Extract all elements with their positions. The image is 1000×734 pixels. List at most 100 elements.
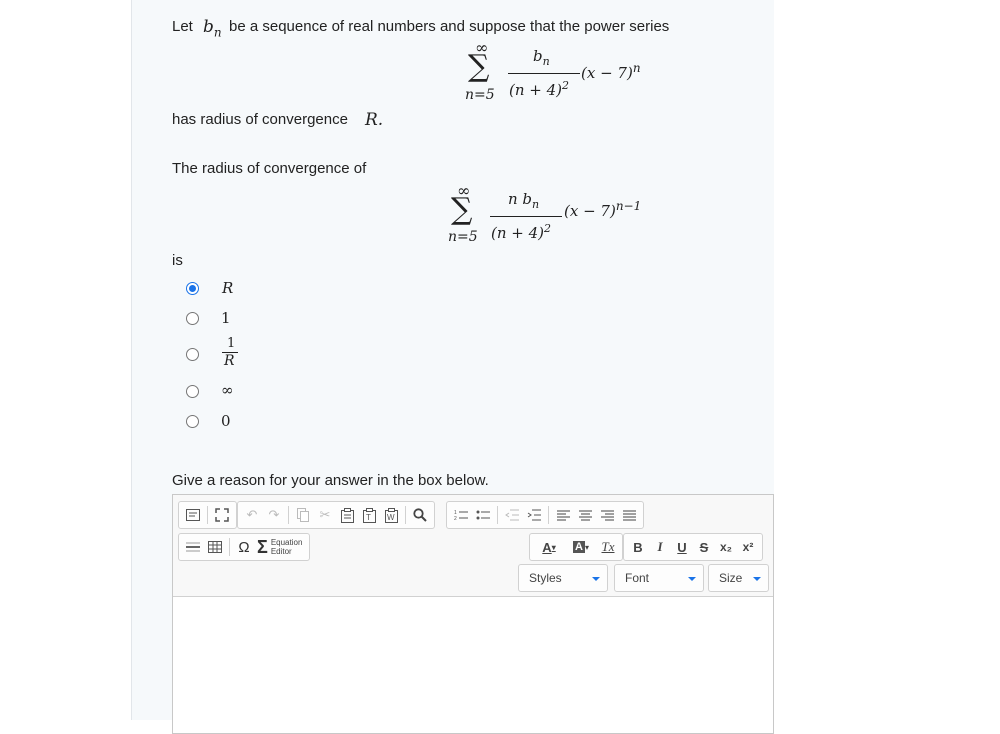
fraction-bar-1 <box>508 73 580 74</box>
paste-icon <box>340 507 354 523</box>
justify-icon <box>622 510 636 520</box>
search-icon <box>413 508 427 522</box>
separator <box>288 506 289 524</box>
editor-toolbar: ↶ ↷ ✂ T W 12 Ω Σ Equation Editor A ▾ A ▾… <box>173 495 773 597</box>
strikethrough-button[interactable]: S <box>694 537 714 557</box>
chevron-down-icon <box>688 577 696 581</box>
option-numerator-2: 1 <box>227 336 236 351</box>
redo-button[interactable]: ↷ <box>264 505 284 525</box>
sigma-2: ∑ <box>451 192 473 227</box>
rich-text-editor: ↶ ↷ ✂ T W 12 Ω Σ Equation Editor A ▾ A ▾… <box>172 494 774 734</box>
maximize-icon <box>215 508 229 522</box>
bold-button[interactable]: B <box>628 537 648 557</box>
sigma-icon: Σ <box>257 536 268 557</box>
align-left-button[interactable] <box>553 505 573 525</box>
separator <box>497 506 498 524</box>
size-dropdown[interactable]: Size <box>708 564 769 592</box>
justify-button[interactable] <box>619 505 639 525</box>
separator <box>548 506 549 524</box>
option-label-1: 1 <box>221 309 231 327</box>
align-right-button[interactable] <box>597 505 617 525</box>
option-radio-1[interactable] <box>186 312 199 325</box>
paste-text-icon: T <box>362 507 376 523</box>
svg-text:2: 2 <box>454 516 457 521</box>
special-char-button[interactable]: Ω <box>234 537 254 557</box>
option-radio-4[interactable] <box>186 415 199 428</box>
intro-var: bn <box>203 17 222 40</box>
find-button[interactable] <box>410 505 430 525</box>
table-icon <box>208 541 222 553</box>
sum-lower-2: n=5 <box>448 229 478 245</box>
toolbar-group-basicstyles: B I U S x₂ x² <box>623 533 763 561</box>
toolbar-group-colors: A ▾ A ▾ Tx <box>529 533 623 561</box>
align-center-icon <box>578 510 592 520</box>
maximize-button[interactable] <box>212 505 232 525</box>
undo-button[interactable]: ↶ <box>242 505 262 525</box>
equation-editor-button[interactable]: Σ Equation Editor <box>257 537 306 558</box>
cut-button[interactable]: ✂ <box>315 505 335 525</box>
reason-prompt: Give a reason for your answer in the box… <box>172 472 489 489</box>
option-radio-0[interactable] <box>186 282 199 295</box>
intro-before: Let <box>172 18 193 35</box>
table-button[interactable] <box>205 537 225 557</box>
toolbar-group-clipboard: ↶ ↷ ✂ T W <box>237 501 435 529</box>
subscript-button[interactable]: x₂ <box>716 537 736 557</box>
outdent-button[interactable] <box>502 505 522 525</box>
option-radio-2[interactable] <box>186 348 199 361</box>
sigma-1: ∑ <box>468 49 490 84</box>
toolbar-group-document <box>178 501 237 529</box>
numbered-list-icon: 12 <box>454 510 468 521</box>
bulleted-list-button[interactable] <box>473 505 493 525</box>
denominator-2: (n + 4)2 <box>491 222 552 242</box>
paste-text-button[interactable]: T <box>359 505 379 525</box>
is-label: is <box>172 252 183 269</box>
paste-word-button[interactable]: W <box>381 505 401 525</box>
indent-button[interactable] <box>524 505 544 525</box>
copy-button[interactable] <box>293 505 313 525</box>
styles-dropdown[interactable]: Styles <box>518 564 608 592</box>
superscript-button[interactable]: x² <box>738 537 758 557</box>
toolbar-group-insert: Ω Σ Equation Editor <box>178 533 311 561</box>
italic-button[interactable]: I <box>650 537 670 557</box>
fraction-bar-2 <box>490 216 562 217</box>
outdent-icon <box>505 509 519 521</box>
text-color-button[interactable]: A ▾ <box>534 537 564 557</box>
svg-text:T: T <box>366 513 371 522</box>
font-dropdown[interactable]: Font <box>614 564 704 592</box>
editor-content-area[interactable] <box>173 597 773 733</box>
horizontal-line-button[interactable] <box>183 537 203 557</box>
paste-button[interactable] <box>337 505 357 525</box>
align-right-icon <box>600 510 614 520</box>
numerator-1: bn <box>533 47 550 68</box>
intro-after: be a sequence of real numbers and suppos… <box>229 18 670 35</box>
separator <box>229 538 230 556</box>
svg-text:W: W <box>387 513 395 522</box>
indent-icon <box>527 509 541 521</box>
numerator-2: n bn <box>508 190 540 211</box>
option-label-4: 0 <box>221 412 231 430</box>
chevron-down-icon <box>753 577 761 581</box>
sum-lower-1: n=5 <box>465 87 495 103</box>
chevron-down-icon <box>592 577 600 581</box>
source-button[interactable] <box>183 505 203 525</box>
align-left-icon <box>556 510 570 520</box>
option-denominator-2: R <box>224 353 235 369</box>
paste-word-icon: W <box>384 507 398 523</box>
option-label-3: ∞ <box>221 381 234 399</box>
radius-text: has radius of convergence <box>172 111 348 128</box>
option-label-0: R <box>222 279 234 297</box>
underline-button[interactable]: U <box>672 537 692 557</box>
equation-editor-label: Equation Editor <box>270 538 303 556</box>
factor-1: (x − 7)n <box>581 61 641 82</box>
numbered-list-button[interactable]: 12 <box>451 505 471 525</box>
bulleted-list-icon <box>476 510 490 520</box>
denominator-1: (n + 4)2 <box>509 79 570 99</box>
align-center-button[interactable] <box>575 505 595 525</box>
remove-format-button[interactable]: Tx <box>598 537 618 557</box>
toolbar-group-paragraph: 12 <box>446 501 644 529</box>
bg-color-button[interactable]: A ▾ <box>566 537 596 557</box>
option-radio-3[interactable] <box>186 385 199 398</box>
second-intro: The radius of convergence of <box>172 160 367 177</box>
factor-2: (x − 7)n−1 <box>564 199 642 220</box>
separator <box>207 506 208 524</box>
